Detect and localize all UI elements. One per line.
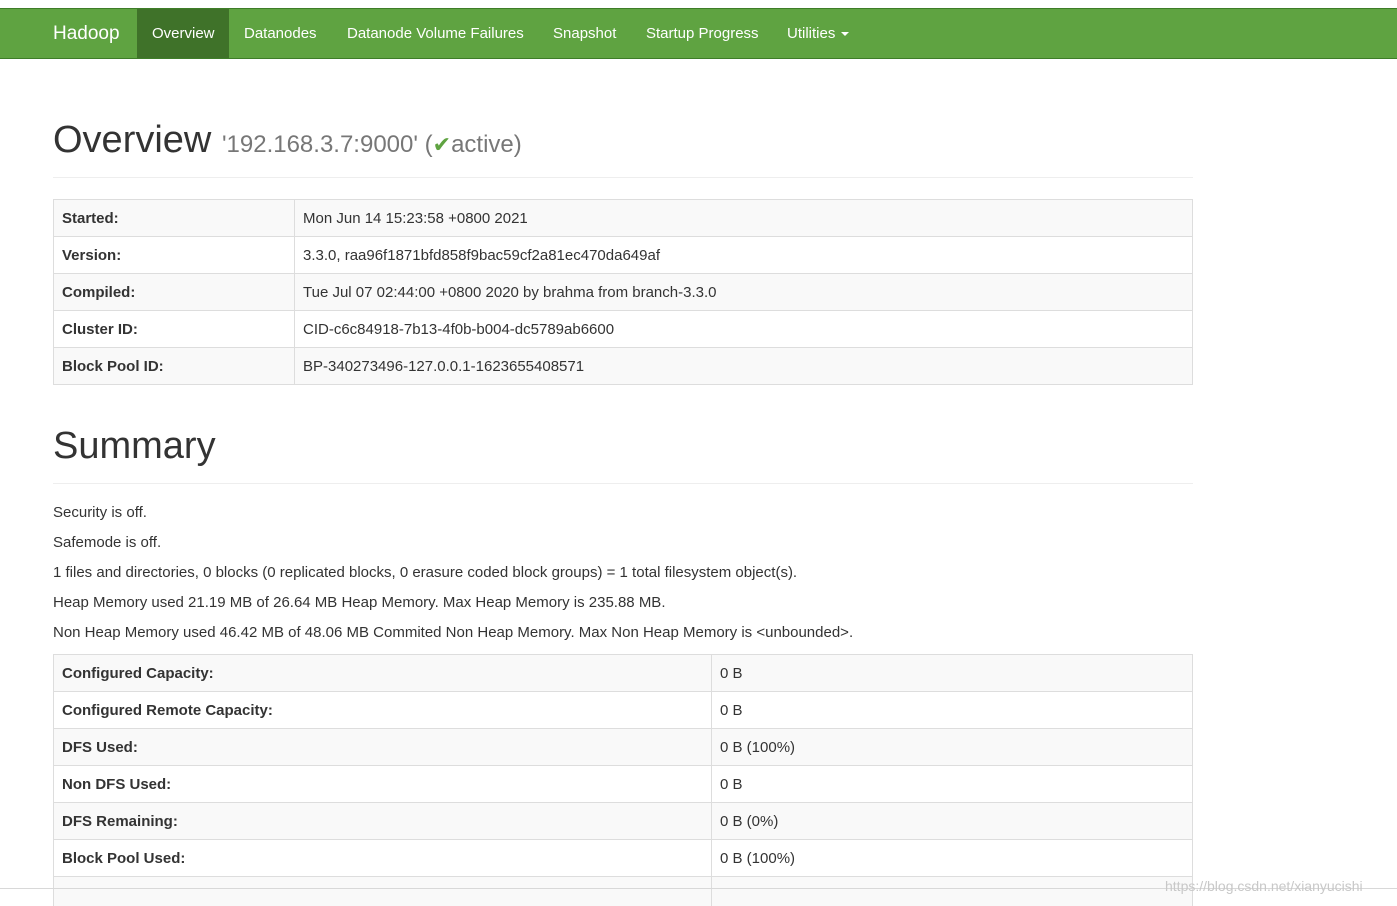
row-value: 0 B (100%) [711,728,1193,766]
row-value: 0 B [711,691,1193,729]
row-key: Version: [53,236,295,274]
row-value: 3.3.0, raa96f1871bfd858f9bac59cf2a81ec47… [294,236,1193,274]
filesystem-objects: 1 files and directories, 0 blocks (0 rep… [53,564,798,581]
row-key: Configured Remote Capacity: [53,691,712,729]
navbar: Hadoop Overview Datanodes Datanode Volum… [0,8,1397,59]
namenode-address: '192.168.3.7:9000' [221,131,418,158]
table-row: Block Pool Used: 0 B (100%) [53,839,1193,877]
row-value: Mon Jun 14 15:23:58 +0800 2021 [294,199,1193,237]
row-key: Block Pool Used: [53,839,712,877]
row-key: Started: [53,199,295,237]
nav-utilities-label: Utilities [787,25,836,42]
heap-memory: Heap Memory used 21.19 MB of 26.64 MB He… [53,594,666,611]
row-value: 0 B [711,765,1193,803]
summary-table: Configured Capacity: 0 B Configured Remo… [53,654,1193,906]
nav-overview[interactable]: Overview [137,9,229,58]
namenode-state: active [451,131,514,158]
security-status: Security is off. [53,504,147,521]
row-key: Block Pool ID: [53,347,295,385]
table-row: Started: Mon Jun 14 15:23:58 +0800 2021 [53,199,1193,237]
row-value: CID-c6c84918-7b13-4f0b-b004-dc5789ab6600 [294,310,1193,348]
nav-snapshot[interactable]: Snapshot [538,9,631,58]
row-key: DFS Remaining: [53,802,712,840]
overview-table: Started: Mon Jun 14 15:23:58 +0800 2021 … [53,199,1193,385]
overview-header: Overview '192.168.3.7:9000' (✔active) [53,110,1193,178]
table-row: Block Pool ID: BP-340273496-127.0.0.1-16… [53,347,1193,385]
row-key: Compiled: [53,273,295,311]
row-value [711,876,1193,906]
summary-header: Summary [53,418,1193,484]
caret-down-icon [841,32,850,37]
non-heap-memory: Non Heap Memory used 46.42 MB of 48.06 M… [53,624,854,641]
page-subtitle: '192.168.3.7:9000' (✔active) [222,131,522,158]
table-row [53,876,1193,906]
nav-startup-progress[interactable]: Startup Progress [631,9,774,58]
table-row: Non DFS Used: 0 B [53,765,1193,803]
page-title-text: Overview [53,119,212,161]
table-row: DFS Used: 0 B (100%) [53,728,1193,766]
row-key: Cluster ID: [53,310,295,348]
nav-datanode-volume-failures[interactable]: Datanode Volume Failures [332,9,539,58]
row-key: Non DFS Used: [53,765,712,803]
row-value: BP-340273496-127.0.0.1-1623655408571 [294,347,1193,385]
nav-datanodes[interactable]: Datanodes [229,9,332,58]
page-title: Overview '192.168.3.7:9000' (✔active) [53,110,1193,175]
safemode-status: Safemode is off. [53,534,162,551]
brand-logo[interactable]: Hadoop [53,9,120,60]
row-value: 0 B (0%) [711,802,1193,840]
table-row: Version: 3.3.0, raa96f1871bfd858f9bac59c… [53,236,1193,274]
row-key: DFS Used: [53,728,712,766]
row-value: 0 B [711,654,1193,692]
table-row: Configured Remote Capacity: 0 B [53,691,1193,729]
row-key [53,876,712,906]
table-row: Cluster ID: CID-c6c84918-7b13-4f0b-b004-… [53,310,1193,348]
summary-title: Summary [53,425,216,467]
nav-utilities-dropdown[interactable]: Utilities [772,9,864,58]
table-row: Configured Capacity: 0 B [53,654,1193,692]
row-value: Tue Jul 07 02:44:00 +0800 2020 by brahma… [294,273,1193,311]
check-icon: ✔ [432,132,452,157]
watermark: https://blog.csdn.net/xianyucishi [1165,878,1363,894]
state-close-paren: ) [513,131,522,158]
top-strip [0,0,1397,8]
row-key: Configured Capacity: [53,654,712,692]
table-row: DFS Remaining: 0 B (0%) [53,802,1193,840]
row-value: 0 B (100%) [711,839,1193,877]
state-open-paren: ( [424,131,433,158]
table-row: Compiled: Tue Jul 07 02:44:00 +0800 2020… [53,273,1193,311]
